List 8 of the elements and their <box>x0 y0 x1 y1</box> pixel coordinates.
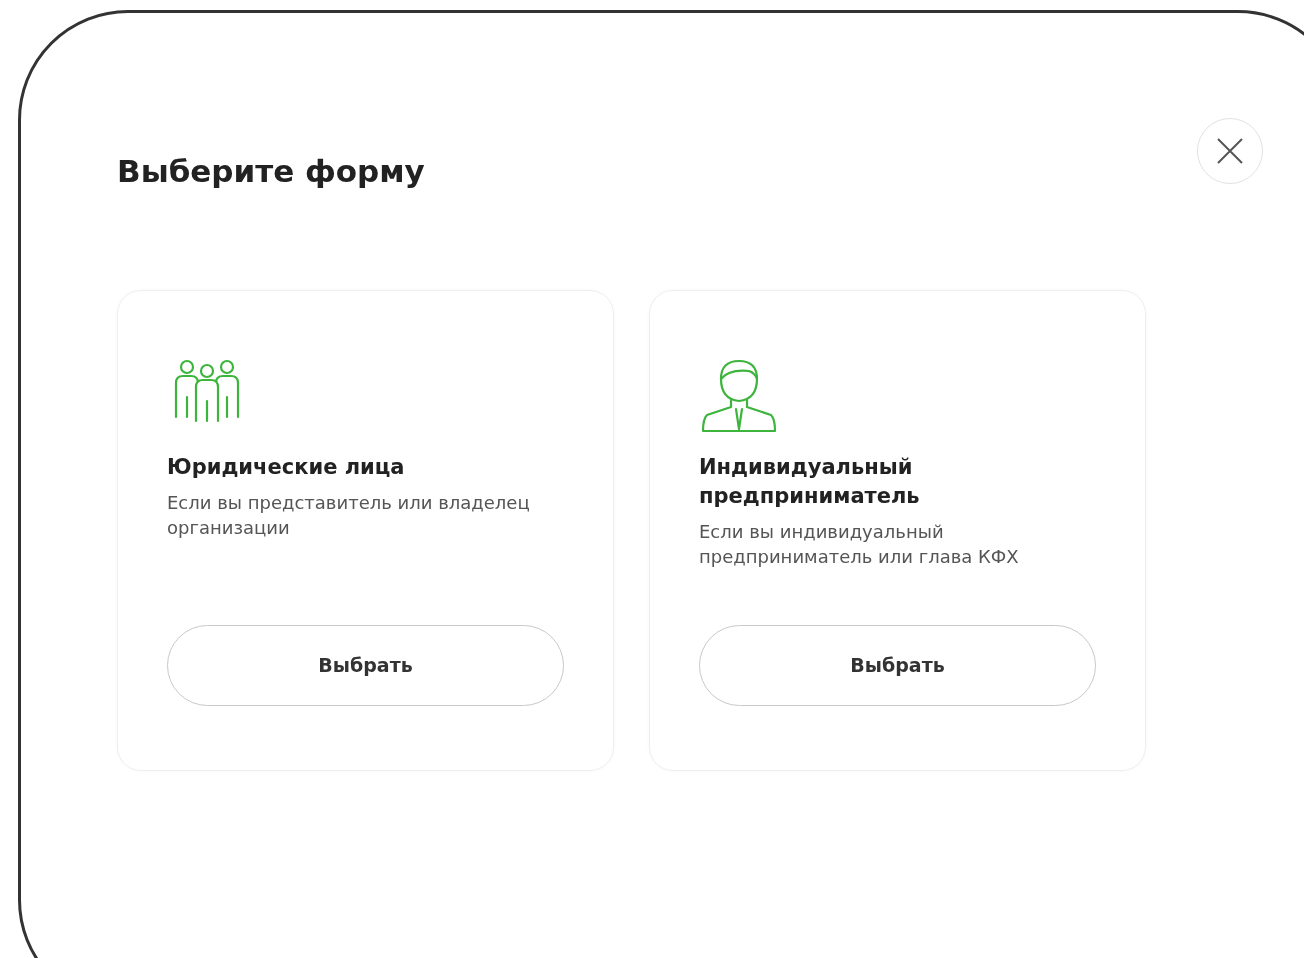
select-button[interactable]: Выбрать <box>167 625 564 707</box>
option-title: Индивидуальный предприниматель <box>699 454 921 511</box>
select-button[interactable]: Выбрать <box>699 625 1096 707</box>
option-description: Если вы индивидуальный предприниматель или глава КФХ <box>699 520 1020 570</box>
option-title: Юридические лица <box>167 454 406 482</box>
close-icon <box>1216 137 1244 165</box>
option-description: Если вы представитель или владелец организации <box>167 491 531 541</box>
dialog-title: Выберите форму <box>117 153 426 191</box>
